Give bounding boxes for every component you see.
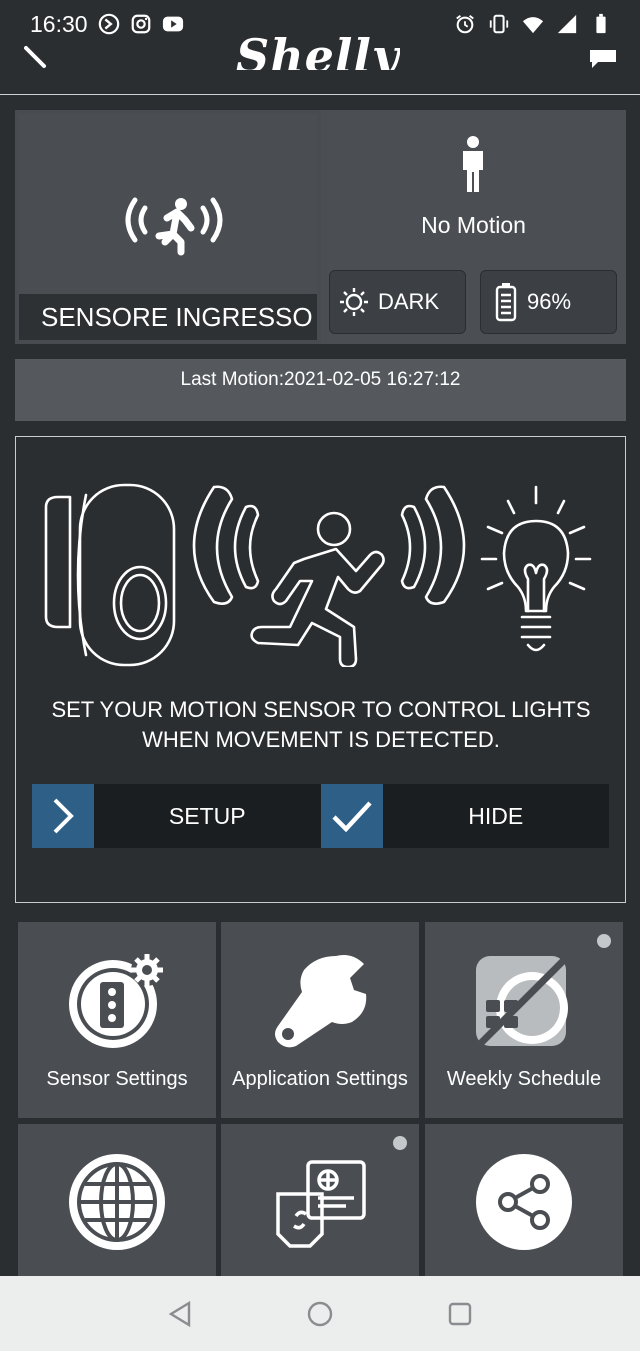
battery-level: 96% (527, 289, 572, 314)
hide-button-label: HIDE (468, 802, 524, 829)
shelly-logo: Shelly (236, 36, 400, 70)
nav-back-icon[interactable] (167, 1300, 193, 1328)
weekly-schedule-tile[interactable]: Weekly Schedule (425, 922, 623, 1118)
setup-button-label: SETUP (168, 802, 246, 829)
cloud-devices-icon (276, 1160, 366, 1248)
sensor-settings-label: Sensor Settings (46, 1068, 188, 1090)
setup-button-row: SETUP HIDE (32, 784, 609, 848)
youtube-icon (162, 16, 183, 32)
setup-button[interactable]: SETUP (32, 784, 321, 848)
checkmark-icon (331, 801, 372, 833)
person-icon (463, 136, 483, 192)
globe-icon (69, 1154, 165, 1250)
alarm-icon (456, 14, 474, 34)
hide-button-icon-box (320, 784, 383, 848)
motion-sensor-icon (125, 197, 223, 256)
device-tile[interactable]: SENSORE INGRESSO (19, 114, 317, 340)
last-motion-text: Last Motion:2021-02-05 16:27:12 (180, 369, 461, 390)
motion-light-illustration (44, 483, 592, 667)
hide-button[interactable]: HIDE (320, 784, 609, 848)
sensor-settings-tile[interactable]: Sensor Settings (18, 922, 216, 1118)
nav-recents-icon[interactable] (447, 1301, 473, 1327)
light-status-chip: DARK (329, 270, 466, 334)
wifi-icon (522, 17, 544, 34)
battery-status-icon (596, 13, 606, 34)
weekly-schedule-label: Weekly Schedule (446, 1068, 602, 1090)
setup-description: SET YOUR MOTION SENSOR TO CONTROL LIGHTS… (51, 697, 591, 752)
status-dot (597, 934, 611, 948)
nav-home-icon[interactable] (306, 1300, 334, 1328)
wrench-icon (275, 955, 367, 1048)
weekly-schedule-icon (475, 953, 571, 1049)
setup-button-icon-box (32, 784, 94, 848)
share-icon (476, 1154, 572, 1250)
app-notification-icon (98, 13, 119, 35)
signal-icon (557, 14, 577, 34)
back-arrow-icon[interactable] (22, 44, 50, 72)
battery-chip: 96% (480, 270, 617, 334)
sun-icon (340, 288, 368, 316)
status-time: 16:30 (30, 10, 88, 37)
battery-icon (495, 283, 517, 322)
system-navigation-bar (0, 1276, 640, 1351)
vibrate-icon (489, 14, 509, 34)
instagram-icon (131, 14, 150, 34)
status-tile: No Motion DARK 96% (321, 110, 626, 344)
last-motion-bar: Last Motion:2021-02-05 16:27:12 (15, 359, 626, 421)
application-settings-label: Application Settings (232, 1068, 408, 1090)
application-settings-tile[interactable]: Application Settings (221, 922, 419, 1118)
chat-icon[interactable] (588, 44, 618, 70)
chevron-right-icon (53, 798, 74, 834)
motion-status: No Motion (421, 212, 526, 238)
light-status-label: DARK (378, 289, 440, 314)
app-bar: Shelly (0, 36, 640, 95)
status-dot (393, 1136, 407, 1150)
setup-panel: SET YOUR MOTION SENSOR TO CONTROL LIGHTS… (15, 436, 626, 903)
device-name: SENSORE INGRESSO (19, 294, 317, 340)
device-status-card: SENSORE INGRESSO No Motion DARK 96% (15, 110, 626, 344)
sensor-settings-icon (69, 954, 163, 1048)
